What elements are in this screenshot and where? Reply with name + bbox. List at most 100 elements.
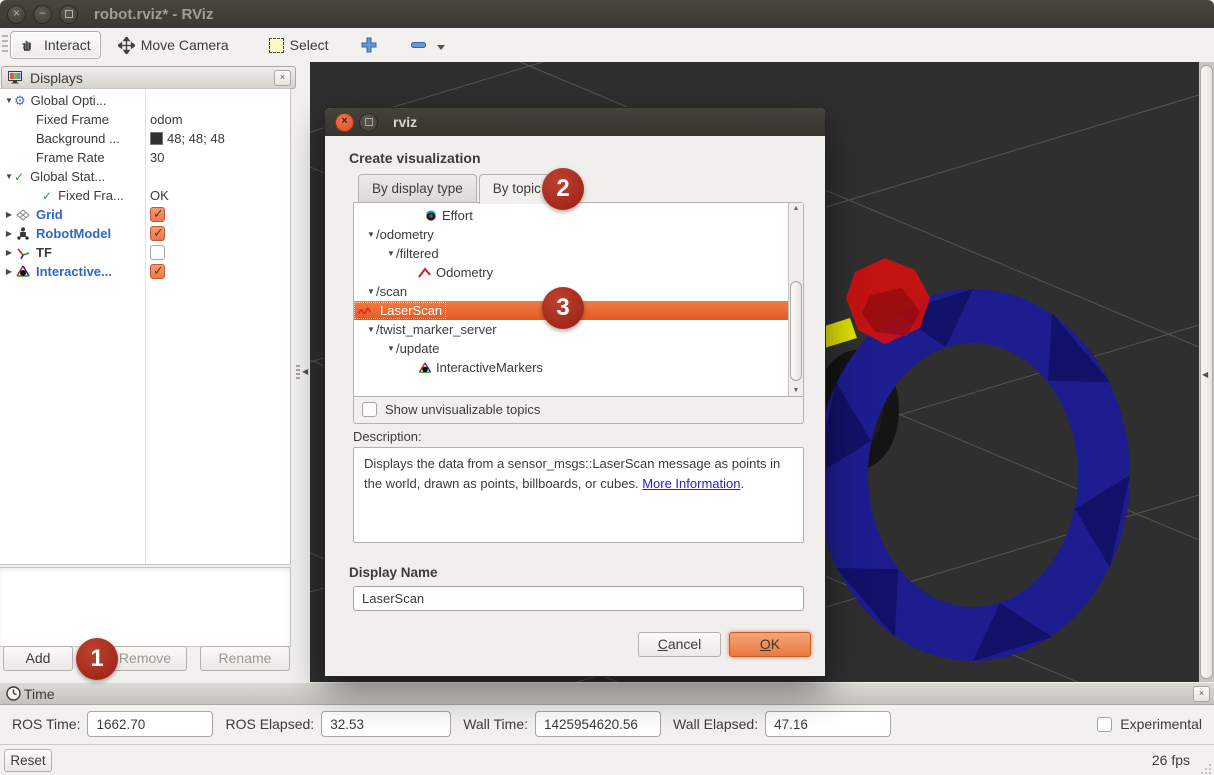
expander-open-icon[interactable]: ▼ xyxy=(386,249,396,258)
wall-time-input[interactable] xyxy=(535,711,661,737)
displays-panel-header[interactable]: Displays × xyxy=(1,66,296,89)
add-display-button[interactable]: Add xyxy=(3,646,73,671)
tree-row-tf[interactable]: ▶ TF xyxy=(0,243,290,262)
status-bar: Reset 26 fps xyxy=(0,744,1214,775)
dialog-titlebar[interactable]: × rviz xyxy=(325,108,825,136)
status-ok-check-icon: ✓ xyxy=(42,189,52,203)
ok-button-label: OK xyxy=(730,633,810,656)
topic-row-filtered-group[interactable]: ▼/filtered xyxy=(354,244,788,263)
topic-label: /update xyxy=(396,341,439,356)
scroll-down-arrow-icon[interactable]: ▼ xyxy=(789,387,803,394)
display-name-input[interactable] xyxy=(353,586,804,611)
interact-tool-button[interactable]: Interact xyxy=(10,31,101,59)
move-camera-icon xyxy=(118,37,135,54)
toolbar-drag-handle[interactable] xyxy=(2,35,8,55)
time-panel-close-button[interactable]: × xyxy=(1193,686,1210,702)
window-maximize-button[interactable] xyxy=(59,5,78,24)
show-unvisualizable-label: Show unvisualizable topics xyxy=(385,402,540,417)
topic-row-odometry-group[interactable]: ▼/odometry xyxy=(354,225,788,244)
tree-row-grid[interactable]: ▶ Grid xyxy=(0,205,290,224)
topic-row-update-group[interactable]: ▼/update xyxy=(354,339,788,358)
expander-closed-icon[interactable]: ▶ xyxy=(4,210,14,219)
splitter-collapse-arrow-icon[interactable]: ◀ xyxy=(302,367,308,376)
displays-panel-close-button[interactable]: × xyxy=(274,70,291,86)
expander-closed-icon[interactable]: ▶ xyxy=(4,229,14,238)
displays-panel-buttons: Add Remove Rename xyxy=(0,646,295,682)
dialog-maximize-button[interactable] xyxy=(359,113,378,132)
tree-row-robotmodel[interactable]: ▶ RobotModel xyxy=(0,224,290,243)
row-label: Interactive... xyxy=(36,264,112,279)
wall-elapsed-input[interactable] xyxy=(765,711,891,737)
right-panel-strip: ◀ xyxy=(1199,62,1214,682)
gear-icon: ⚙ xyxy=(14,94,26,107)
tree-row-interactive-markers[interactable]: ▶ Interactive... xyxy=(0,262,290,281)
description-label: Description: xyxy=(353,429,422,444)
tree-row-global-status[interactable]: ▼ ✓ Global Stat... xyxy=(0,167,290,186)
topic-label: InteractiveMarkers xyxy=(436,360,543,375)
ros-elapsed-input[interactable] xyxy=(321,711,451,737)
topic-row-effort[interactable]: Effort xyxy=(354,206,788,225)
add-button-label: Add xyxy=(26,650,51,666)
experimental-group: Experimental xyxy=(1097,716,1202,732)
tree-row-fixed-frame[interactable]: Fixed Frame odom xyxy=(0,110,290,129)
expander-open-icon[interactable]: ▼ xyxy=(4,96,14,105)
expander-closed-icon[interactable]: ▶ xyxy=(4,267,14,276)
topic-row-interactive-markers[interactable]: InteractiveMarkers xyxy=(354,358,788,377)
robotmodel-enabled-checkbox[interactable] xyxy=(150,226,165,241)
panel-splitter-left[interactable]: ◀ xyxy=(295,62,310,682)
remove-tool-button[interactable] xyxy=(402,32,454,58)
window-minimize-button[interactable]: − xyxy=(33,5,52,24)
row-value[interactable]: odom xyxy=(150,112,183,127)
tree-row-global-options[interactable]: ▼ ⚙ Global Opti... xyxy=(0,91,290,110)
show-unvisualizable-checkbox[interactable] xyxy=(362,402,377,417)
tree-row-background-color[interactable]: Background ... 48; 48; 48 xyxy=(0,129,290,148)
cancel-button[interactable]: Cancel xyxy=(638,632,721,657)
add-tool-button[interactable] xyxy=(352,32,386,58)
topic-label: /odometry xyxy=(376,227,434,242)
tf-axes-icon xyxy=(16,246,30,259)
remove-button-label: Remove xyxy=(119,650,171,666)
window-close-button[interactable]: × xyxy=(7,5,26,24)
tree-row-frame-rate[interactable]: Frame Rate 30 xyxy=(0,148,290,167)
experimental-checkbox[interactable] xyxy=(1097,717,1112,732)
main-toolbar: Interact Move Camera Select xyxy=(0,28,1214,63)
topic-row-odometry[interactable]: Odometry xyxy=(354,263,788,282)
expander-open-icon[interactable]: ▼ xyxy=(366,230,376,239)
topic-label: /twist_marker_server xyxy=(376,322,497,337)
tree-row-fixed-frame-status[interactable]: ✓ Fixed Fra... OK xyxy=(0,186,290,205)
dialog-close-button[interactable]: × xyxy=(335,113,354,132)
scroll-up-arrow-icon[interactable]: ▲ xyxy=(789,205,803,212)
row-label: Global Opti... xyxy=(31,93,107,108)
interactive-markers-enabled-checkbox[interactable] xyxy=(150,264,165,279)
row-label: Global Stat... xyxy=(30,169,105,184)
displays-panel-title: Displays xyxy=(30,70,83,86)
color-swatch xyxy=(150,132,163,145)
reset-button[interactable]: Reset xyxy=(4,749,52,772)
more-information-link[interactable]: More Information xyxy=(642,476,740,491)
grid-enabled-checkbox[interactable] xyxy=(150,207,165,222)
expander-open-icon[interactable]: ▼ xyxy=(366,325,376,334)
tool-dropdown-caret-icon[interactable] xyxy=(437,45,445,50)
row-value[interactable]: 30 xyxy=(150,150,164,165)
odometry-icon xyxy=(418,267,432,279)
tf-enabled-checkbox[interactable] xyxy=(150,245,165,260)
select-tool-button[interactable]: Select xyxy=(260,32,338,58)
rename-display-button[interactable]: Rename xyxy=(200,646,290,671)
ros-time-input[interactable] xyxy=(87,711,213,737)
fps-counter: 26 fps xyxy=(1152,752,1190,768)
rename-button-label: Rename xyxy=(219,650,272,666)
expander-open-icon[interactable]: ▼ xyxy=(386,344,396,353)
resize-grip[interactable] xyxy=(1201,763,1212,774)
show-unvisualizable-row: Show unvisualizable topics xyxy=(354,395,803,423)
time-panel-header[interactable]: Time × xyxy=(0,683,1214,705)
move-camera-tool-button[interactable]: Move Camera xyxy=(109,32,238,58)
expander-closed-icon[interactable]: ▶ xyxy=(4,248,14,257)
scrollbar-thumb[interactable] xyxy=(790,281,802,381)
tab-by-display-type[interactable]: By display type xyxy=(358,174,477,202)
expander-open-icon[interactable]: ▼ xyxy=(366,287,376,296)
description-box: Displays the data from a sensor_msgs::La… xyxy=(353,447,804,543)
right-splitter-collapse-arrow-icon[interactable]: ◀ xyxy=(1202,370,1208,379)
topic-tree-scrollbar[interactable]: ▲ ▼ xyxy=(788,203,803,396)
ok-button[interactable]: OK xyxy=(729,632,811,657)
expander-open-icon[interactable]: ▼ xyxy=(4,172,14,181)
